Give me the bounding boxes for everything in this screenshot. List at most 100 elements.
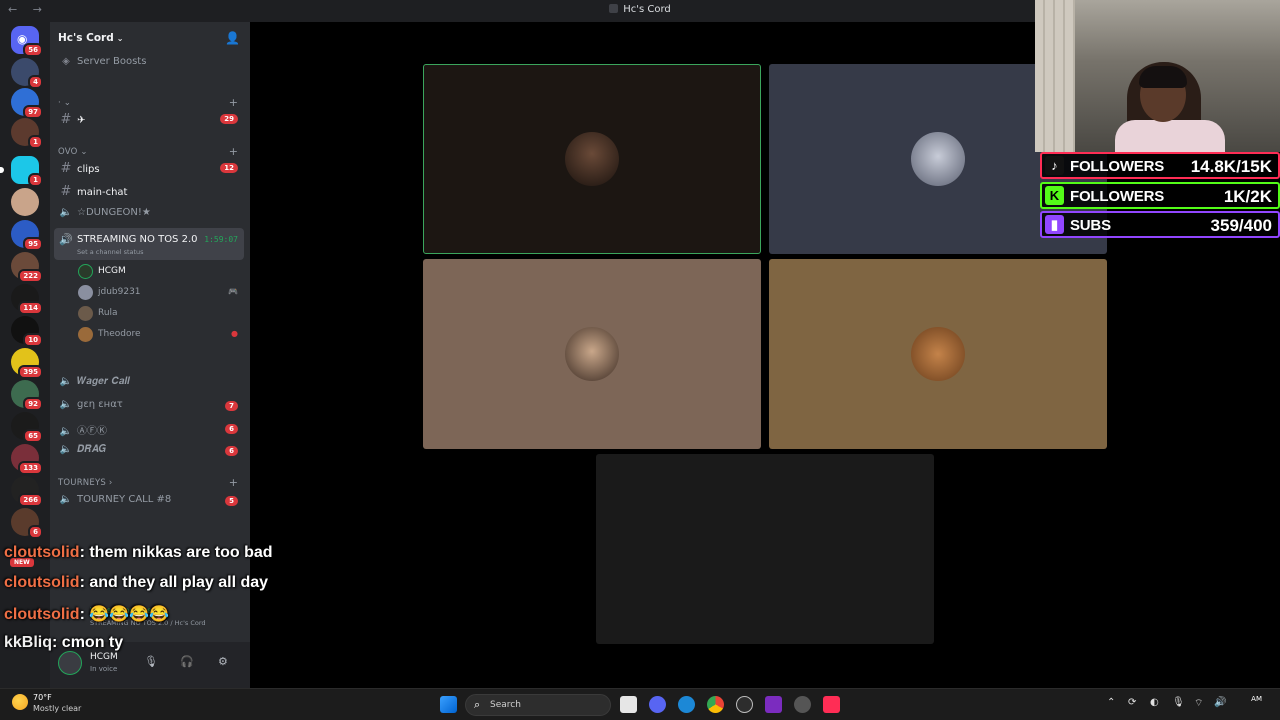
server-icon[interactable]: 92	[11, 380, 43, 411]
channel-name: 𝑫𝑹𝑨𝑮	[77, 444, 107, 455]
tiktok-followers-goal: ♪ FOLLOWERS 14.8K/15K	[1040, 152, 1280, 179]
username: HCGM	[90, 652, 118, 662]
voice-channel-gen-chat[interactable]: 🔈 ցεη εнατ 7	[58, 399, 244, 419]
active-voice-channel[interactable]: 🔊 STREAMING NO TOS 2.0 1:59:07 Set a cha…	[54, 228, 244, 260]
server-boosts-link[interactable]: ◈ Server Boosts	[58, 56, 244, 76]
video-tile[interactable]	[423, 259, 761, 449]
server-icon[interactable]: 95	[11, 220, 43, 251]
window-title-text: Hc's Cord	[623, 4, 671, 15]
channel-status-prompt[interactable]: Set a channel status	[77, 248, 144, 256]
wifi-icon[interactable]: ⌔	[1194, 697, 1203, 710]
category-name: OVO	[58, 147, 78, 157]
headphones-icon[interactable]: 🎧	[180, 655, 194, 668]
chat-message: kkBliq: cmon ty	[4, 634, 124, 651]
server-icon[interactable]: 133	[11, 444, 43, 475]
server-icon[interactable]: 266	[11, 476, 43, 507]
live-icon: ●	[231, 329, 238, 338]
speaker-icon: 🔈	[59, 207, 73, 218]
channel-name: STREAMING NO TOS 2.0	[77, 234, 198, 245]
voice-channel-tourney[interactable]: 🔈 TOURNEY CALL #8 5	[58, 494, 244, 514]
avatar	[78, 327, 93, 342]
chevron-up-icon[interactable]: ⌃	[1107, 697, 1115, 708]
video-tile-empty[interactable]	[596, 454, 934, 644]
server-badge: 395	[18, 365, 43, 379]
server-icon[interactable]: 1	[11, 118, 43, 149]
speaker-icon: 🔈	[59, 376, 73, 387]
tray-icon[interactable]: ⟳	[1128, 697, 1136, 708]
microphone-icon[interactable]: 🎙	[144, 655, 158, 668]
gear-icon[interactable]: ⚙	[218, 655, 228, 668]
channel-name: TOURNEY CALL #8	[77, 494, 172, 505]
voice-user[interactable]: Theodore ●	[78, 325, 244, 345]
taskbar: 70°F Mostly clear ⌕ Search ⌃ ⟳ ◐ 🎙 ⌔ 🔊 A…	[0, 688, 1280, 720]
app-icon[interactable]	[765, 696, 782, 713]
video-tile[interactable]	[423, 64, 761, 254]
tray-icon[interactable]: ◐	[1150, 697, 1159, 708]
server-icon[interactable]	[11, 188, 39, 216]
task-view-icon[interactable]	[620, 696, 637, 713]
mention-badge: 7	[225, 401, 238, 411]
mention-badge: 5	[225, 496, 238, 506]
direct-messages-button[interactable]: ◉ 56	[11, 26, 43, 57]
server-icon[interactable]: 97	[11, 88, 43, 119]
server-icon[interactable]: 10	[11, 316, 43, 347]
channel-name: ☆DUNGEON!★	[77, 207, 151, 218]
chat-username: cloutsolid	[4, 574, 80, 591]
mention-badge: 6	[225, 446, 238, 456]
channel-plane[interactable]: # ✈ 29	[58, 112, 244, 132]
voice-channel-afk[interactable]: 🔈 ⒶⒻⓀ 6	[58, 422, 244, 442]
invite-people-icon[interactable]: 👤	[225, 31, 240, 45]
goal-label: FOLLOWERS	[1070, 188, 1165, 205]
participant-avatar	[911, 132, 965, 186]
category-header[interactable]: · ⌄	[58, 98, 71, 108]
add-channel-icon[interactable]: +	[229, 145, 238, 158]
tiktok-live-icon[interactable]	[823, 696, 840, 713]
voice-user-name: Theodore	[98, 329, 141, 339]
chrome-icon[interactable]	[707, 696, 724, 713]
voice-channel-wager[interactable]: 🔈 𝑾𝒂𝒈𝒆𝒓 𝑪𝒂𝒍𝒍	[58, 376, 244, 396]
category-ovo[interactable]: OVO ⌄	[58, 147, 88, 157]
channel-name: ⒶⒻⓀ	[77, 426, 107, 437]
chat-text: cmon ty	[61, 634, 124, 651]
volume-icon[interactable]: 🔊	[1214, 697, 1226, 708]
voice-channel-dungeon[interactable]: 🔈 ☆DUNGEON!★	[58, 207, 244, 227]
server-badge: 56	[23, 43, 43, 57]
server-icon[interactable]: 395	[11, 348, 43, 379]
weather-icon[interactable]	[12, 694, 28, 710]
server-icon[interactable]: 114	[11, 284, 43, 315]
discord-taskbar-icon[interactable]	[649, 696, 666, 713]
server-icon[interactable]: 4	[11, 58, 43, 89]
chat-text: and they all play all day	[89, 574, 269, 591]
hash-icon: #	[60, 184, 72, 199]
chat-message: cloutsolid: and they all play all day	[4, 574, 269, 591]
app-icon	[609, 4, 619, 13]
edge-icon[interactable]	[678, 696, 695, 713]
add-channel-icon[interactable]: +	[229, 476, 238, 489]
server-icon[interactable]: 65	[11, 412, 43, 443]
avatar[interactable]	[58, 651, 82, 675]
server-icon[interactable]: 6	[11, 508, 43, 539]
voice-user[interactable]: HCGM	[78, 262, 244, 282]
media-player-icon[interactable]	[736, 696, 753, 713]
kick-icon: K	[1045, 186, 1064, 205]
category-tourneys[interactable]: TOURNEYS ›	[58, 478, 112, 488]
voice-user[interactable]: jdub9231 🎮	[78, 283, 244, 303]
server-badge: 114	[18, 301, 43, 315]
server-icon[interactable]: 1	[0, 156, 43, 187]
channel-main-chat[interactable]: # main-chat	[58, 184, 244, 204]
start-icon[interactable]	[440, 696, 457, 713]
microphone-icon[interactable]: 🎙	[1172, 697, 1185, 708]
clock[interactable]: AM	[1251, 695, 1262, 703]
goal-value: 359/400	[1210, 216, 1272, 235]
add-channel-icon[interactable]: +	[229, 96, 238, 109]
channel-clips[interactable]: # clips 12	[58, 161, 244, 181]
server-icon[interactable]: 222	[11, 252, 43, 283]
video-tile[interactable]	[769, 259, 1107, 449]
voice-user[interactable]: Rula	[78, 304, 244, 324]
server-badge: 4	[28, 75, 43, 89]
search-box[interactable]: ⌕ Search	[465, 694, 611, 716]
server-header[interactable]: Hc's Cord ⌄	[50, 22, 250, 54]
obs-icon[interactable]	[794, 696, 811, 713]
channel-name: main-chat	[77, 187, 128, 198]
voice-channel-drag[interactable]: 🔈 𝑫𝑹𝑨𝑮 6	[58, 444, 244, 464]
